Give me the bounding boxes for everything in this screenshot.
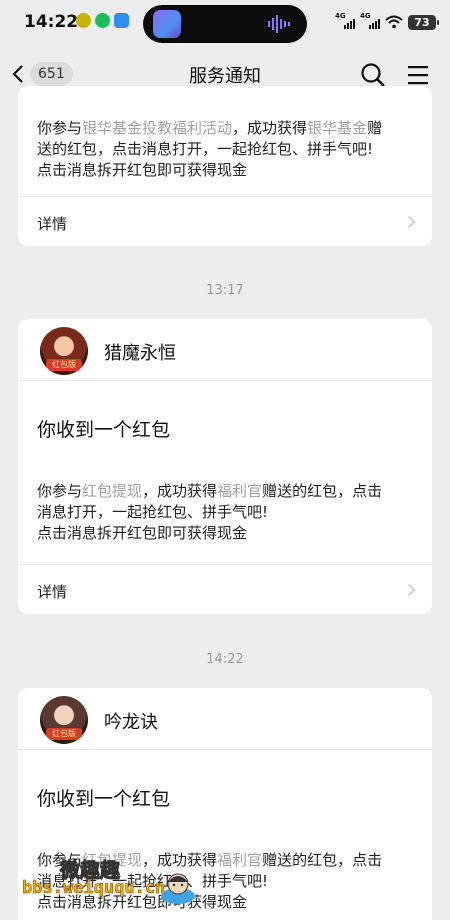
body-line: 送的红包，点击消息打开，一起抢红包、拼手气吧! [37, 140, 374, 158]
body-line: 你参与银华基金投教福利活动，成功获得银华基金赠 [37, 119, 383, 137]
message-title: 你收到一个红包 [37, 419, 171, 441]
details-link[interactable]: 详情 [18, 196, 432, 246]
app-notification-icon [114, 13, 129, 28]
message-body: 你参与银华基金投教福利活动，成功获得银华基金赠 送的红包，点击消息打开，一起抢红… [18, 86, 432, 181]
body-line: 消息打开，一起抢红包、拼手气吧! [37, 503, 269, 521]
message-card[interactable]: 红包版 猎魔永恒 你收到一个红包 你参与红包提现，成功获得福利官赠送的红包，点击… [18, 319, 432, 614]
chevron-right-icon [407, 583, 416, 597]
timestamp: 14:22 [206, 652, 244, 667]
wechat-notification-icon [95, 13, 110, 28]
watermark-url: bbs.weiququ.cn [22, 878, 166, 899]
message-card[interactable]: 你参与银华基金投教福利活动，成功获得银华基金赠 送的红包，点击消息打开，一起抢红… [18, 86, 432, 246]
battery-indicator: 73 [408, 14, 439, 30]
app-notification-icon [76, 13, 91, 28]
details-link[interactable]: 详情 [18, 564, 432, 614]
avatar[interactable]: 红包版 [40, 327, 88, 375]
status-time: 14:22 [24, 12, 79, 32]
watermark: 微趣趣 bbs.weiququ.cn [22, 852, 242, 912]
cell-signal-icon: 4G [360, 12, 380, 30]
message-body: 你参与红包提现，成功获得福利官赠送的红包，点击 消息打开，一起抢红包、拼手气吧!… [18, 481, 432, 544]
body-line: 点击消息拆开红包即可获得现金 [37, 524, 248, 542]
menu-icon[interactable] [406, 64, 430, 86]
avatar[interactable]: 红包版 [40, 696, 88, 744]
status-bar: 14:22 4G 4G 73 [0, 0, 450, 48]
audio-wave-icon [268, 15, 290, 33]
sender-name: 吟龙诀 [104, 712, 158, 733]
sender-name: 猎魔永恒 [104, 343, 176, 364]
message-title: 你收到一个红包 [37, 788, 171, 810]
wifi-icon [385, 15, 403, 29]
chevron-right-icon [407, 215, 416, 229]
card-header: 红包版 吟龙诀 [18, 688, 432, 750]
body-line: 你参与红包提现，成功获得福利官赠送的红包，点击 [37, 482, 383, 500]
mascot-icon [161, 873, 195, 904]
dynamic-island[interactable] [143, 5, 307, 43]
card-header: 红包版 猎魔永恒 [18, 319, 432, 381]
search-icon[interactable] [360, 62, 386, 88]
cell-signal-icon: 4G [335, 12, 355, 30]
media-thumbnail [153, 10, 181, 38]
timestamp: 13:17 [206, 283, 244, 298]
body-line: 点击消息拆开红包即可获得现金 [37, 161, 248, 179]
